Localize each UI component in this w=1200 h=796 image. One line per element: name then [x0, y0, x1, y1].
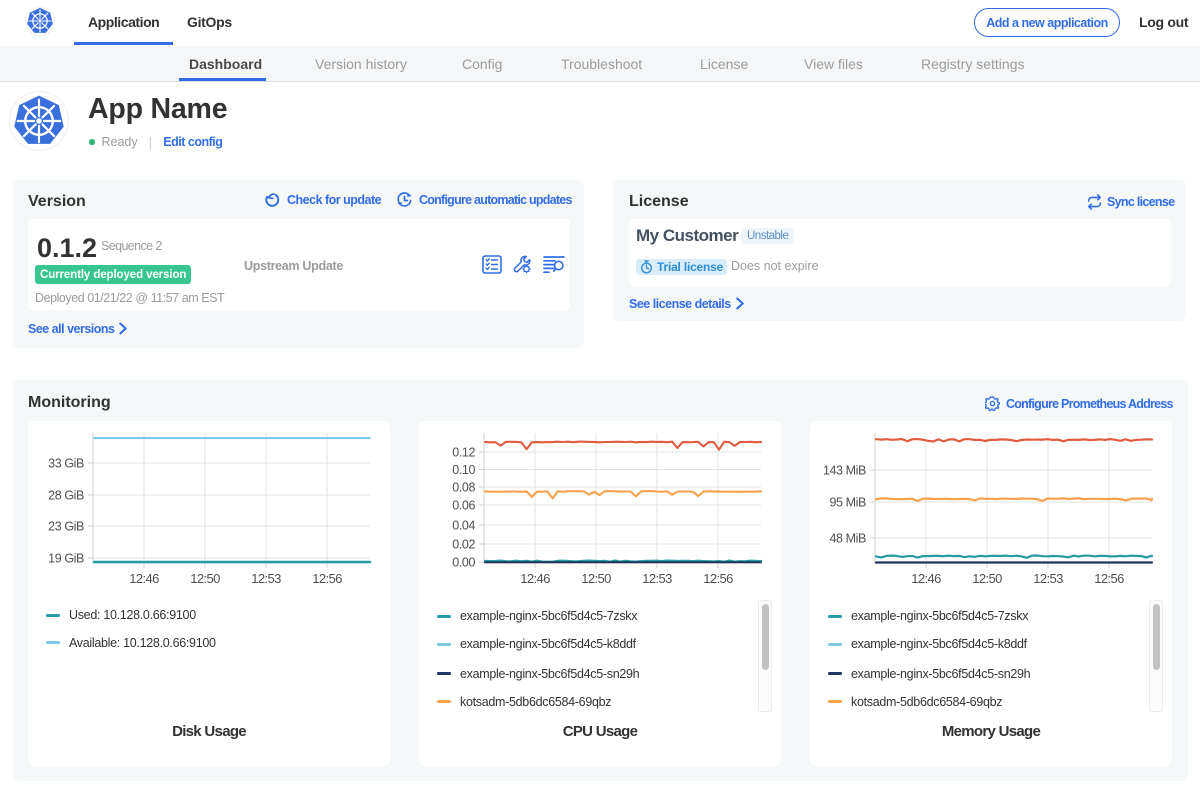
svg-text:23 GiB: 23 GiB	[48, 520, 84, 534]
svg-text:0.04: 0.04	[452, 519, 475, 533]
svg-text:12:53: 12:53	[642, 571, 672, 586]
svg-text:0.02: 0.02	[452, 538, 475, 552]
svg-text:143 MiB: 143 MiB	[823, 464, 866, 478]
svg-text:0.12: 0.12	[452, 446, 475, 460]
svg-text:12:50: 12:50	[190, 571, 220, 586]
svg-text:48 MiB: 48 MiB	[829, 532, 866, 546]
svg-text:0.06: 0.06	[452, 499, 475, 513]
svg-text:0.00: 0.00	[452, 556, 475, 570]
svg-text:28 GiB: 28 GiB	[48, 489, 84, 503]
svg-text:12:46: 12:46	[911, 571, 941, 586]
svg-text:95 MiB: 95 MiB	[829, 496, 866, 510]
svg-text:12:56: 12:56	[1094, 571, 1124, 586]
svg-text:12:50: 12:50	[581, 571, 611, 586]
svg-text:12:50: 12:50	[972, 571, 1002, 586]
svg-text:12:53: 12:53	[1033, 571, 1063, 586]
svg-text:12:56: 12:56	[703, 571, 733, 586]
svg-text:12:46: 12:46	[520, 571, 550, 586]
svg-text:0.10: 0.10	[452, 463, 475, 477]
svg-text:33 GiB: 33 GiB	[48, 457, 84, 471]
svg-text:0.08: 0.08	[452, 481, 475, 495]
svg-text:12:53: 12:53	[251, 571, 281, 586]
svg-text:19 GiB: 19 GiB	[48, 552, 84, 566]
svg-text:12:46: 12:46	[129, 571, 159, 586]
svg-text:12:56: 12:56	[312, 571, 342, 586]
